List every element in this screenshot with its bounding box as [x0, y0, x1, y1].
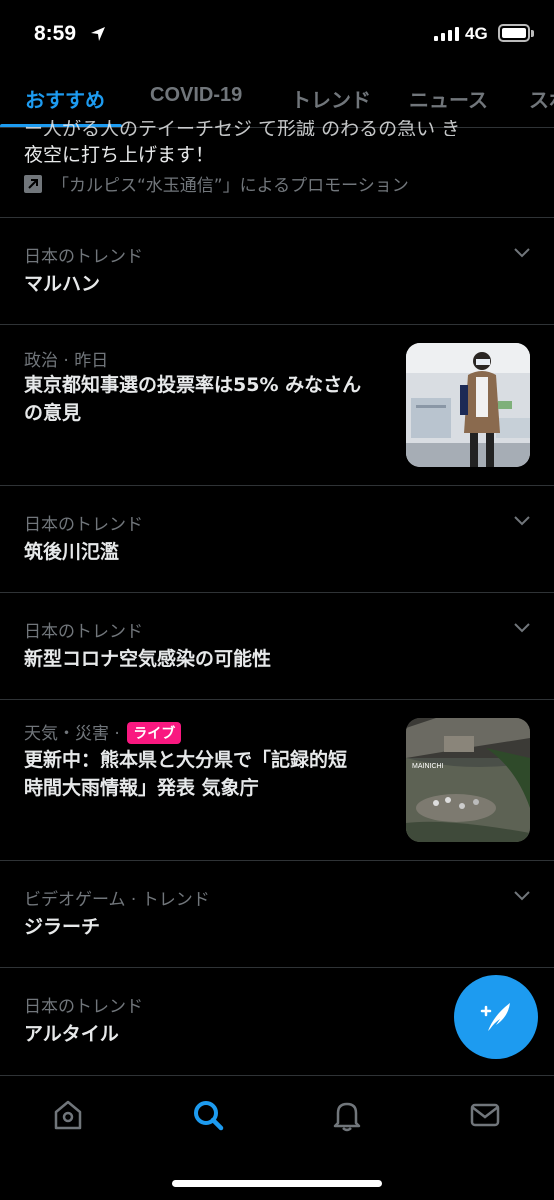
trend-meta: 日本のトレンド: [24, 515, 143, 535]
battery-icon: [498, 24, 530, 42]
tab-news[interactable]: ニュース: [409, 84, 488, 113]
network-type: 4G: [465, 24, 488, 43]
bell-icon[interactable]: [330, 1098, 364, 1132]
trend-item[interactable]: 日本のトレンド 筑後川氾濫: [0, 486, 554, 593]
search-icon[interactable]: [191, 1098, 225, 1132]
news-thumbnail[interactable]: MAINICHI: [406, 718, 530, 842]
chevron-down-icon[interactable]: [514, 891, 530, 901]
news-title-line-1: 東京都知事選の投票率は55% みなさん: [24, 374, 362, 396]
compose-tweet-button[interactable]: [454, 975, 538, 1059]
mail-icon[interactable]: [468, 1098, 502, 1132]
news-item[interactable]: 天気・災害 · ライブ 更新中：熊本県と大分県で「記録的短 時間大雨情報」発表 …: [0, 700, 554, 861]
tab-covid-19[interactable]: COVID-19: [150, 84, 242, 107]
news-item[interactable]: 政治 · 昨日 東京都知事選の投票率は55% みなさん の意見: [0, 325, 554, 486]
news-category: 天気・災害 ·: [24, 724, 120, 744]
trend-meta: 日本のトレンド: [24, 247, 143, 267]
news-meta: 天気・災害 · ライブ: [24, 719, 182, 744]
news-title-line-2: 時間大雨情報」発表 気象庁: [24, 777, 259, 799]
trend-item[interactable]: ビデオゲーム · トレンド ジラーチ: [0, 861, 554, 968]
promoted-by-label: 「カルピス“水玉通信”」によるプロモーション: [52, 176, 409, 196]
chevron-down-icon[interactable]: [514, 623, 530, 633]
home-icon[interactable]: [51, 1098, 85, 1132]
compose-quill-icon: [480, 1003, 510, 1031]
trend-title: マルハン: [24, 273, 101, 295]
trend-title: ジラーチ: [24, 916, 101, 938]
tab-bar: おすすめ COVID-19 トレンド ニュース スポ: [0, 66, 554, 128]
promoted-trend[interactable]: ー人がる人のテイーチセジ て形誠 のわるの急い き 夜空に打ち上げます！ 「カル…: [0, 120, 554, 218]
thumbnail-watermark: MAINICHI: [412, 763, 444, 770]
explore-feed: ー人がる人のテイーチセジ て形誠 のわるの急い き 夜空に打ち上げます！ 「カル…: [0, 120, 554, 1077]
trend-title: 筑後川氾濫: [24, 541, 120, 563]
trend-title: 新型コロナ空気感染の可能性: [24, 648, 272, 670]
news-meta: 政治 · 昨日: [24, 351, 109, 371]
chevron-down-icon[interactable]: [514, 248, 530, 258]
chevron-down-icon[interactable]: [514, 516, 530, 526]
status-bar: 8:59 4G: [0, 0, 554, 66]
tab-trends[interactable]: トレンド: [291, 84, 371, 113]
signal-icon: [434, 26, 459, 41]
live-badge: ライブ: [127, 722, 182, 744]
home-indicator[interactable]: [172, 1180, 382, 1187]
promo-text-partial: ー人がる人のテイーチセジ て形誠 のわるの急い き: [24, 120, 461, 136]
trend-meta: 日本のトレンド: [24, 622, 143, 642]
news-title-line-2: の意見: [24, 402, 82, 424]
news-title-line-1: 更新中：熊本県と大分県で「記録的短: [24, 749, 348, 771]
tab-for-you[interactable]: おすすめ: [25, 84, 105, 113]
location-arrow-icon: [91, 27, 105, 41]
trend-meta: ビデオゲーム · トレンド: [24, 890, 210, 910]
trend-item[interactable]: 日本のトレンド 新型コロナ空気感染の可能性: [0, 593, 554, 700]
news-thumbnail[interactable]: [406, 343, 530, 467]
tab-sports[interactable]: スポ: [529, 84, 554, 113]
promo-text: 夜空に打ち上げます！: [24, 144, 215, 166]
status-time: 8:59: [34, 22, 77, 45]
trend-title: アルタイル: [24, 1023, 119, 1045]
external-link-icon: [24, 174, 42, 193]
trend-meta: 日本のトレンド: [24, 997, 143, 1017]
trend-item[interactable]: 日本のトレンド マルハン: [0, 218, 554, 325]
